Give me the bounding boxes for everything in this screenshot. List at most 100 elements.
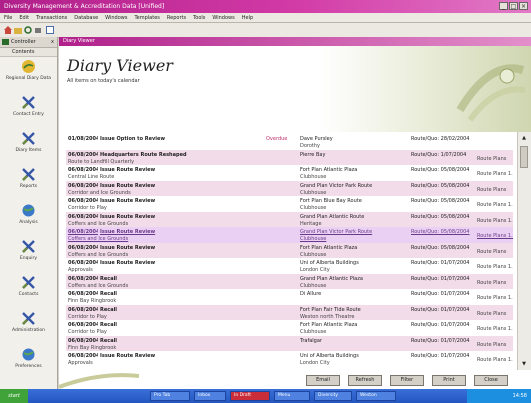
home-icon[interactable] <box>4 26 12 34</box>
print-button[interactable]: Print <box>432 375 466 386</box>
row-action: Recall <box>100 306 118 313</box>
row-note: Corridor to Play <box>68 329 107 335</box>
diary-row[interactable]: 06/08/2004 Recall Trafalgar Finn Bay Ringbr… <box>66 335 513 351</box>
taskbar-item[interactable]: Diversity <box>314 391 352 401</box>
print-icon[interactable] <box>34 26 42 34</box>
diary-row[interactable]: 06/08/2004 Issue Route Review Grand Plan V… <box>66 180 513 196</box>
row-action: Issue Option to Review <box>100 136 165 142</box>
row-date: 06/08/2004 <box>68 213 98 220</box>
refresh-icon[interactable] <box>24 26 32 34</box>
diary-row[interactable]: 06/08/2004 Recall Grand Plan Atlantic Plaz… <box>66 273 513 289</box>
sidebar-item-enquiry[interactable]: Enquiry <box>0 239 57 275</box>
sidebar-item-label: Enquiry <box>19 256 38 261</box>
row-date: 06/08/2004 <box>68 151 98 158</box>
diary-list: 01/08/2004 Issue Option to Review Overdue D… <box>66 134 513 367</box>
menu-database[interactable]: Database <box>74 13 98 22</box>
minimize-button[interactable]: _ <box>499 2 508 10</box>
row-client: Grand Plan Atlantic Plaza <box>300 275 363 282</box>
row-date: 06/08/2004 <box>68 260 98 266</box>
row-client: Fort Plan Atlantic Plaza <box>300 244 358 251</box>
menu-tools[interactable]: Tools <box>193 13 205 22</box>
email-button[interactable]: Email <box>306 375 340 386</box>
folder-icon[interactable] <box>14 26 22 34</box>
sidebar-item-contacts[interactable]: Contacts <box>0 275 57 311</box>
row-location: Clubhouse <box>300 282 327 289</box>
decorative-swirl-icon <box>456 64 525 122</box>
ball-icon <box>22 60 35 73</box>
diary-row[interactable]: 06/08/2004 Issue Route Review Grand Plan V… <box>66 227 513 243</box>
row-action: Issue Route Review <box>100 167 156 173</box>
diary-row[interactable]: 01/08/2004 Issue Option to Review Overdue D… <box>66 134 513 150</box>
taskbar-item-active[interactable]: In Draft <box>230 391 270 401</box>
window-icon[interactable] <box>46 26 54 34</box>
sidebar-item-contact-entry[interactable]: Contact Entry <box>0 95 57 131</box>
sidebar-item-regional-diary[interactable]: Regional Diary Data <box>0 59 57 95</box>
row-note: Approvals <box>68 267 93 273</box>
sidebar-item-reports[interactable]: Reports <box>0 167 57 203</box>
filter-button[interactable]: Filter <box>390 375 424 386</box>
row-client: Fort Plan Atlantic Plaza <box>300 167 358 173</box>
scroll-down-icon[interactable]: ▼ <box>520 360 528 368</box>
sidebar-item-analysis[interactable]: Analysis <box>0 203 57 239</box>
menu-bar: File Edit Transactions Database Windows … <box>0 13 531 23</box>
menu-windows[interactable]: Windows <box>105 13 127 22</box>
row-location: Clubhouse <box>300 189 327 196</box>
close-diary-button[interactable]: Close <box>474 375 508 386</box>
sidebar-close-button[interactable]: x <box>51 39 54 45</box>
start-button[interactable]: start <box>0 389 28 403</box>
sidebar-item-label: Contacts <box>18 292 39 297</box>
menu-windows-2[interactable]: Windows <box>212 13 234 22</box>
taskbar-item[interactable]: Menu <box>274 391 310 401</box>
row-location: Clubhouse <box>300 236 327 242</box>
menu-transactions[interactable]: Transactions <box>36 13 67 22</box>
diary-row[interactable]: 06/08/2004 Recall Fort Plan Atlantic Plaza… <box>66 320 513 336</box>
toolbar <box>0 23 531 38</box>
refresh-button[interactable]: Refresh <box>348 375 382 386</box>
row-status: Route Plans 1.02 <box>477 171 513 177</box>
sidebar-item-administration[interactable]: Administration <box>0 311 57 347</box>
menu-templates[interactable]: Templates <box>134 13 159 22</box>
vertical-scrollbar[interactable]: ▲ ▼ <box>517 132 531 370</box>
taskbar-item[interactable]: Pro Tab <box>150 391 190 401</box>
diary-row[interactable]: 06/08/2004 Issue Route Review Fort Plan At… <box>66 165 513 181</box>
close-button[interactable]: × <box>519 2 528 10</box>
diary-row[interactable]: 06/08/2004 Recall Di Allure Finn Bay Ringbr… <box>66 289 513 305</box>
menu-edit[interactable]: Edit <box>19 13 29 22</box>
row-status: Route Plans 1.02 <box>477 326 513 332</box>
row-reference: Route/Quo: 01/07/2004 <box>411 353 470 359</box>
row-status: Route Plans <box>477 186 507 193</box>
controller-icon <box>2 39 9 45</box>
cross-icon <box>22 240 35 253</box>
scroll-up-icon[interactable]: ▲ <box>520 134 528 142</box>
row-action: Recall <box>100 275 118 282</box>
maximize-button[interactable]: □ <box>509 2 518 10</box>
row-date: 06/08/2004 <box>68 306 98 313</box>
taskbar-item[interactable]: Weston <box>356 391 396 401</box>
row-date: 06/08/2004 <box>68 275 98 282</box>
row-reference: Route/Quo: 01/07/2004 <box>411 291 470 297</box>
row-client: Grand Plan Victor Park Route <box>300 182 373 189</box>
diary-row[interactable]: 06/08/2004 Headquarters Route Reshaped Pie… <box>66 149 513 165</box>
row-reference: Route/Quo: 28/02/2004 <box>411 136 470 142</box>
diary-row[interactable]: 06/08/2004 Issue Route Review Grand Plan A… <box>66 211 513 227</box>
scroll-thumb[interactable] <box>520 146 528 168</box>
sidebar-item-label: Reports <box>19 184 38 189</box>
row-status: Route Plans 1.02 <box>477 233 513 239</box>
sidebar-item-preferences[interactable]: Preferences <box>0 347 57 383</box>
sidebar-item-diary-items[interactable]: Diary Items <box>0 131 57 167</box>
menu-file[interactable]: File <box>4 13 12 22</box>
menu-help[interactable]: Help <box>242 13 253 22</box>
sidebar-item-label: Contact Entry <box>13 112 44 117</box>
diary-row[interactable]: 06/08/2004 Recall Fort Plan Fair Tide Rout… <box>66 304 513 320</box>
diary-row[interactable]: 06/08/2004 Issue Route Review Fort Plan At… <box>66 242 513 258</box>
diary-row[interactable]: 06/08/2004 Issue Route Review Uni of Alber… <box>66 258 513 274</box>
menu-reports[interactable]: Reports <box>167 13 186 22</box>
diary-row[interactable]: 06/08/2004 Issue Route Review Fort Plan Bl… <box>66 196 513 212</box>
taskbar-item[interactable]: Inbox <box>194 391 226 401</box>
diary-banner: Diary Viewer All items on today's calend… <box>59 46 531 132</box>
diary-row[interactable]: 06/08/2004 Issue Route Review Uni of Alber… <box>66 351 513 367</box>
page-title: Diary Viewer <box>67 56 173 75</box>
row-action: Headquarters Route Reshaped <box>100 151 187 158</box>
row-status: Route Plans <box>477 341 507 348</box>
row-status: Route Plans <box>477 279 507 286</box>
